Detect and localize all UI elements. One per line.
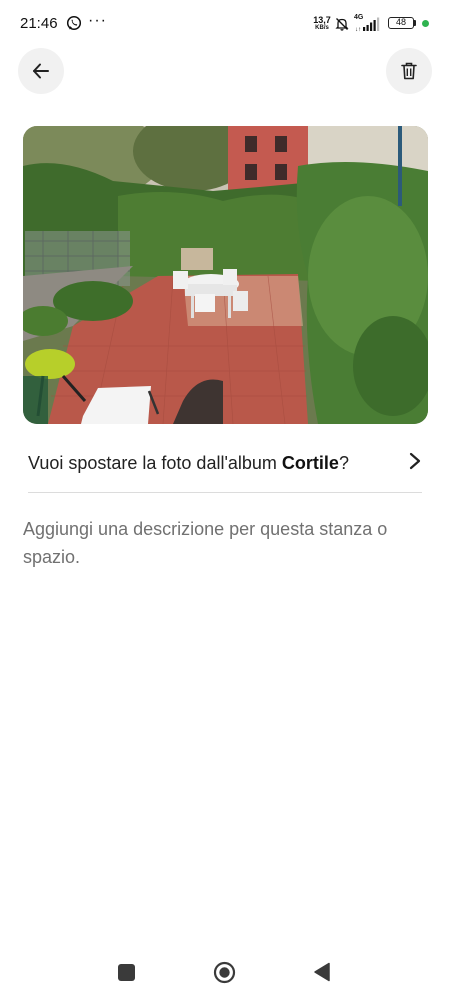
- courtyard-photo[interactable]: [23, 126, 428, 424]
- nav-back-button[interactable]: [313, 962, 331, 982]
- home-button[interactable]: [213, 961, 236, 984]
- divider: [28, 492, 422, 493]
- move-album-row[interactable]: Vuoi spostare la foto dall'album Cortile…: [28, 446, 422, 482]
- delete-photo-button[interactable]: [386, 48, 432, 94]
- battery-icon: 48: [388, 17, 414, 29]
- system-nav-bar: [0, 945, 450, 1000]
- svg-text:↓↑: ↓↑: [355, 27, 361, 32]
- notification-more: ···: [88, 12, 107, 29]
- recent-apps-button[interactable]: [118, 964, 135, 981]
- album-name: Cortile: [281, 453, 339, 473]
- signal-icon: ↓↑: [355, 17, 380, 32]
- privacy-indicator-dot: [422, 20, 429, 27]
- move-album-text: Vuoi spostare la foto dall'album Cortile…: [28, 453, 349, 474]
- network-speed: 13,7 KB/s: [313, 15, 331, 32]
- move-album-prefix: Vuoi spostare la foto dall'album: [28, 453, 282, 473]
- move-album-suffix: ?: [338, 453, 349, 473]
- status-bar: 21:46 ··· 13,7 KB/s 4G ↓↑ 48: [0, 0, 450, 50]
- whatsapp-icon: [66, 15, 82, 31]
- chevron-right-icon: [409, 452, 421, 470]
- description-input[interactable]: Aggiungi una descrizione per questa stan…: [23, 515, 423, 571]
- battery-level: 48: [395, 17, 406, 27]
- courtyard-image: [23, 126, 428, 424]
- arrow-left-icon: [33, 63, 49, 79]
- status-time: 21:46: [20, 15, 58, 32]
- back-button[interactable]: [18, 48, 64, 94]
- trash-icon: [401, 62, 417, 80]
- bell-muted-icon: [335, 18, 349, 31]
- battery-tip: [414, 20, 416, 26]
